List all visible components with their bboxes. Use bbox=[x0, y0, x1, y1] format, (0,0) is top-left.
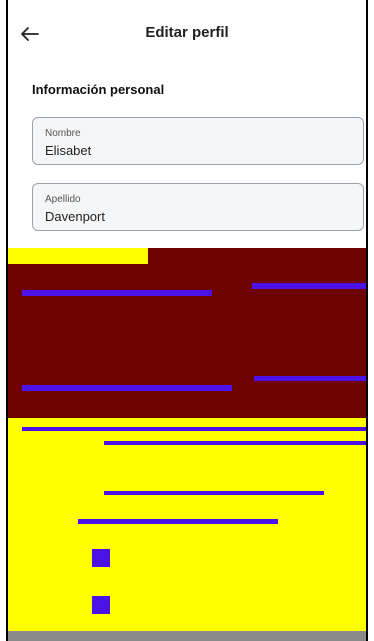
first-name-label: Nombre bbox=[45, 128, 81, 139]
app-screen: Editar perfil Información personal Nombr… bbox=[6, 0, 368, 641]
corrupted-block-yellow bbox=[8, 418, 366, 641]
corrupted-line bbox=[22, 427, 366, 431]
corrupted-line bbox=[252, 283, 366, 289]
corrupted-line bbox=[104, 491, 324, 495]
page-title: Editar perfil bbox=[145, 24, 229, 41]
corrupted-line bbox=[78, 519, 278, 524]
top-app-bar: Editar perfil bbox=[8, 0, 366, 70]
first-name-value: Elisabet bbox=[45, 143, 92, 158]
first-name-field[interactable]: Nombre Elisabet bbox=[32, 117, 364, 165]
corrupted-line bbox=[22, 290, 212, 296]
last-name-value: Davenport bbox=[45, 209, 105, 224]
corrupted-square bbox=[92, 549, 110, 567]
bottom-edge-bar bbox=[8, 631, 366, 641]
section-title-personal-info: Información personal bbox=[32, 82, 165, 97]
last-name-field[interactable]: Apellido Davenport bbox=[32, 183, 364, 231]
corrupted-block-red bbox=[8, 248, 366, 420]
corrupted-line bbox=[104, 441, 366, 445]
corrupted-strip-yellow-top bbox=[8, 248, 148, 264]
last-name-label: Apellido bbox=[45, 194, 81, 205]
corrupted-line bbox=[254, 376, 366, 381]
corrupted-square bbox=[92, 596, 110, 614]
corrupted-line bbox=[22, 385, 232, 391]
